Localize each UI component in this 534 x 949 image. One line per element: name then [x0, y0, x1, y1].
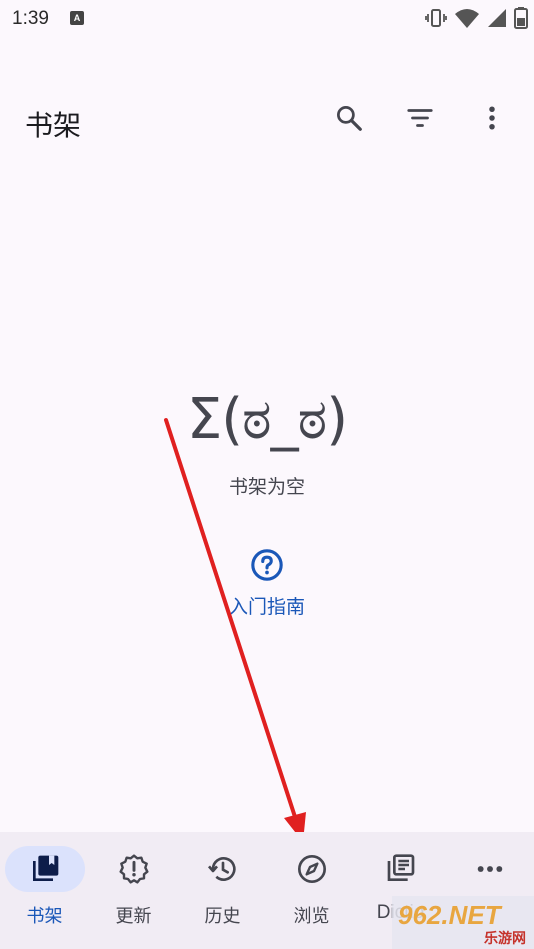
dictionary-icon — [387, 854, 415, 881]
filter-icon — [407, 109, 433, 127]
more-horiz-icon — [477, 866, 503, 872]
compass-icon — [298, 855, 326, 883]
status-time: 1:39 — [12, 8, 49, 29]
status-bar: 1:39 A — [0, 0, 534, 38]
help-circle-icon — [251, 549, 283, 581]
history-icon — [207, 857, 236, 881]
getting-started-link[interactable]: 入门指南 — [0, 548, 534, 619]
signal-icon — [488, 9, 506, 27]
library-icon — [33, 855, 59, 881]
notification-icon: A — [70, 11, 84, 25]
status-icons — [424, 6, 528, 30]
more-vert-icon — [489, 106, 495, 130]
nav-item-library[interactable]: 书架 — [0, 832, 89, 949]
nav-label-history: 历史 — [204, 906, 241, 927]
empty-message: 书架为空 — [228, 476, 305, 498]
vibrate-icon — [425, 9, 447, 27]
alert-badge-icon — [119, 854, 149, 884]
watermark-sub: 乐游网 — [484, 931, 526, 947]
battery-icon — [514, 7, 528, 29]
more-options-button[interactable] — [472, 98, 512, 138]
nav-label-library: 书架 — [26, 906, 63, 927]
nav-label-browse: 浏览 — [293, 906, 330, 927]
search-button[interactable] — [329, 98, 369, 138]
nav-label-updates: 更新 — [115, 906, 152, 927]
page-title: 书架 — [25, 109, 82, 142]
nav-item-browse[interactable]: 浏览 — [267, 832, 356, 949]
getting-started-label: 入门指南 — [228, 596, 305, 618]
watermark: 962.NET 乐游网 — [392, 896, 534, 949]
top-app-bar: 书架 — [0, 84, 534, 154]
empty-state: Σ(ಠ_ಠ) 书架为空 — [0, 380, 534, 499]
empty-kaomoji: Σ(ಠ_ಠ) — [186, 387, 348, 452]
filter-button[interactable] — [400, 98, 440, 138]
watermark-text: 962.NET — [398, 900, 501, 930]
nav-item-history[interactable]: 历史 — [178, 832, 267, 949]
wifi-icon — [455, 9, 479, 28]
search-icon — [337, 106, 362, 131]
nav-item-updates[interactable]: 更新 — [89, 832, 178, 949]
